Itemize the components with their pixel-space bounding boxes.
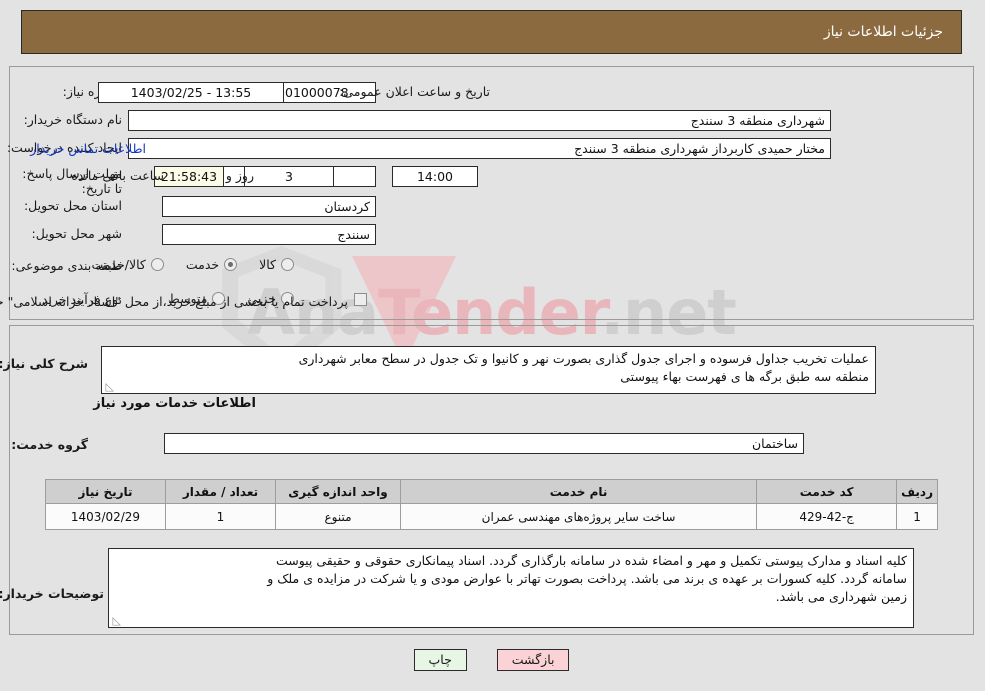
table-col-date: تاریخ نیاز — [46, 479, 167, 504]
countdown-suffix-label: ساعت باقی مانده — [72, 168, 165, 183]
resize-grip-icon[interactable]: ◺ — [105, 381, 115, 392]
page-root: AnaTender.net جزئیات اطلاعات نیاز شماره … — [0, 0, 985, 691]
need-info-panel — [10, 66, 975, 320]
city-label: شهر محل تحویل: — [32, 226, 123, 241]
description-textarea[interactable]: عملیات تخریب جداول فرسوده و اجرای جدول گ… — [102, 346, 877, 394]
table-col-code: کد خدمت — [757, 479, 899, 504]
buyer-contact-link[interactable]: اطلاعات تماس خریدار — [31, 141, 147, 156]
service-group-label: گروه خدمت: — [12, 437, 89, 452]
cell-code: ج-42-429 — [757, 503, 899, 530]
announce-date-value: 13:55 - 1403/02/25 — [99, 82, 285, 103]
radio-label-category-0: کالا — [260, 257, 277, 272]
page-title: جزئیات اطلاعات نیاز — [824, 24, 944, 40]
deadline-hour-value: 14:00 — [393, 166, 479, 187]
treasury-checkbox[interactable] — [355, 293, 368, 306]
cell-qty: 1 — [166, 503, 277, 530]
table-col-name: نام خدمت — [400, 479, 759, 504]
buyer-notes-label: توضیحات خریدار: — [0, 586, 105, 601]
buyer-notes-line-1: کلیه اسناد و مدارک پیوستی تکمیل و مهر و … — [276, 553, 908, 568]
services-table: ردیف کد خدمت نام خدمت واحد اندازه گیری ت… — [46, 479, 939, 530]
services-section-title: اطلاعات خدمات مورد نیاز — [94, 396, 257, 411]
service-group-value: ساختمان — [165, 433, 805, 454]
treasury-note: پرداخت تمام یا بخشی از مبلغ خرید،از محل … — [0, 294, 349, 309]
table-header-row: ردیف کد خدمت نام خدمت واحد اندازه گیری ت… — [46, 479, 939, 504]
description-line-1: عملیات تخریب جداول فرسوده و اجرای جدول گ… — [299, 351, 870, 366]
radio-icon-category-1[interactable] — [225, 258, 239, 271]
buyer-notes-line-2: سامانه گردد. کلیه کسورات بر عهده ی برند … — [268, 571, 908, 586]
buyer-notes-line-3: زمین شهرداری می باشد. — [776, 589, 908, 604]
announce-date-label: تاریخ و ساعت اعلان عمومی: — [340, 84, 491, 99]
buyer-notes-textarea[interactable]: کلیه اسناد و مدارک پیوستی تکمیل و مهر و … — [109, 548, 915, 628]
page-header: جزئیات اطلاعات نیاز — [22, 10, 963, 54]
cell-unit: متنوع — [276, 503, 402, 530]
creator-value: مختار حمیدی کاربرداز شهرداری منطقه 3 سنن… — [129, 138, 832, 159]
resize-grip-icon-notes[interactable]: ◺ — [112, 615, 122, 626]
table-col-qty: تعداد / مقدار — [166, 479, 277, 504]
table-col-unit: واحد اندازه گیری — [276, 479, 402, 504]
province-value: کردستان — [163, 196, 377, 217]
radio-category-1[interactable]: خدمت — [186, 257, 239, 272]
radio-category-2[interactable]: کالا/خدمت — [92, 257, 165, 272]
back-button[interactable]: بازگشت — [497, 649, 571, 671]
description-line-2: منطقه سه طبق برگه ها ی فهرست بهاء پیوستی — [621, 369, 870, 384]
cell-name: ساخت سایر پروژه‌های مهندسی عمران — [400, 503, 759, 530]
radio-category-0[interactable]: کالا — [260, 257, 295, 272]
buyer-org-label: نام دستگاه خریدار: — [24, 112, 123, 127]
cell-row: 1 — [897, 503, 939, 530]
days-remaining-value: 3 — [245, 166, 335, 187]
buyer-org-value: شهرداری منطقه 3 سنندج — [129, 110, 832, 131]
cell-date: 1403/02/29 — [46, 503, 167, 530]
countdown-value: 21:58:43 — [155, 166, 225, 187]
radio-icon-category-2[interactable] — [151, 258, 165, 271]
radio-label-category-2: کالا/خدمت — [92, 257, 147, 272]
radio-label-category-1: خدمت — [186, 257, 221, 272]
description-label: شرح کلی نیاز: — [0, 356, 89, 371]
province-label: استان محل تحویل: — [24, 198, 123, 213]
radio-icon-category-0[interactable] — [282, 258, 295, 271]
table-row: 1 ج-42-429 ساخت سایر پروژه‌های مهندسی عم… — [46, 503, 939, 530]
table-col-row: ردیف — [897, 479, 939, 504]
print-button[interactable]: چاپ — [414, 649, 468, 671]
city-value: سنندج — [163, 224, 377, 245]
